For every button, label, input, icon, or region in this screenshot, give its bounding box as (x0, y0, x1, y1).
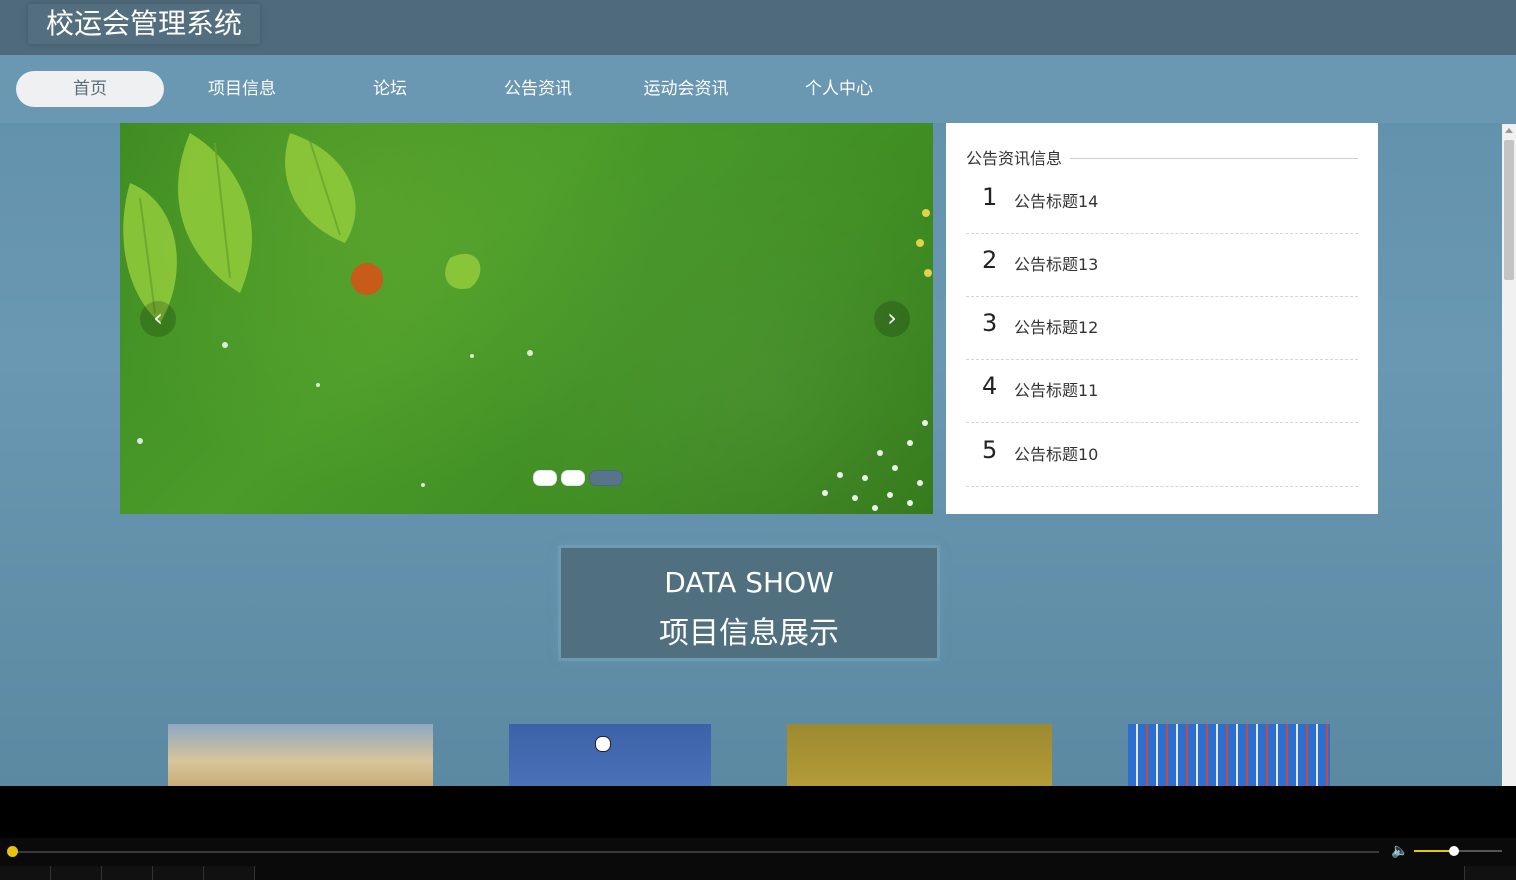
nav-item-forum[interactable]: 论坛 (316, 71, 464, 107)
notice-item-title[interactable]: 公告标题12 (1014, 314, 1098, 338)
main-nav: 首页 项目信息 论坛 公告资讯 运动会资讯 个人中心 (0, 55, 1516, 123)
carousel-dot-1[interactable] (533, 470, 557, 486)
notice-item[interactable]: 1 公告标题14 (966, 170, 1358, 234)
notice-title-divider (1070, 158, 1358, 159)
notice-item-title[interactable]: 公告标题13 (1014, 251, 1098, 275)
notice-item-number: 1 (982, 183, 998, 211)
volume-knob[interactable] (1448, 846, 1459, 856)
notice-item[interactable]: 4 公告标题11 (966, 359, 1358, 423)
carousel-dot-2[interactable] (561, 470, 585, 486)
notice-item[interactable]: 3 公告标题12 (966, 296, 1358, 360)
ball-icon (595, 736, 611, 752)
webpage: 校运会管理系统 首页 项目信息 论坛 公告资讯 运动会资讯 个人中心 ‹ › 公… (0, 0, 1516, 786)
banner-image (123, 133, 932, 511)
app-title: 校运会管理系统 (28, 4, 260, 44)
project-thumbnail[interactable] (168, 724, 433, 786)
project-thumbnail[interactable] (787, 724, 1052, 786)
player-tab[interactable] (51, 866, 102, 880)
notice-item[interactable]: 2 公告标题13 (966, 233, 1358, 297)
banner-carousel[interactable]: ‹ › (120, 123, 933, 514)
notice-item-title[interactable]: 公告标题11 (1014, 377, 1098, 401)
nav-item-sports-news[interactable]: 运动会资讯 (612, 71, 760, 107)
notice-panel: 公告资讯信息 1 公告标题14 2 公告标题13 3 公告标题12 4 公告标题… (946, 123, 1378, 514)
notice-item-number: 3 (982, 309, 998, 337)
notice-panel-title: 公告资讯信息 (966, 149, 1063, 168)
top-bar: 校运会管理系统 (0, 0, 1516, 55)
notice-item[interactable]: 5 公告标题10 (966, 423, 1358, 487)
carousel-prev-button[interactable]: ‹ (140, 301, 176, 337)
nav-item-home[interactable]: 首页 (16, 71, 164, 107)
player-tab[interactable] (153, 866, 204, 880)
scrollbar-thumb[interactable] (1504, 140, 1514, 280)
data-show-title-cn: 项目信息展示 (659, 616, 839, 651)
notice-item-number: 2 (982, 246, 998, 274)
carousel-dot-3[interactable] (589, 470, 623, 486)
player-tab[interactable] (0, 866, 51, 880)
volume-icon[interactable]: 🔈 (1391, 843, 1408, 859)
video-progress-knob[interactable] (7, 846, 18, 857)
page-scrollbar[interactable] (1502, 124, 1516, 786)
project-thumbnail[interactable] (1128, 724, 1330, 786)
notice-item-number: 4 (982, 372, 998, 400)
player-tab[interactable] (1464, 866, 1516, 880)
nav-item-notices[interactable]: 公告资讯 (464, 71, 612, 107)
data-show-title-en: DATA SHOW (664, 566, 834, 599)
carousel-next-button[interactable]: › (874, 301, 910, 337)
video-progress-track[interactable] (13, 851, 1379, 853)
notice-item-title[interactable]: 公告标题10 (1014, 441, 1098, 465)
notice-item-title[interactable]: 公告标题14 (1014, 188, 1098, 212)
data-show-heading: DATA SHOW 项目信息展示 (561, 548, 937, 658)
player-tab[interactable] (102, 866, 153, 880)
volume-fill (1414, 850, 1454, 852)
notice-item-number: 5 (982, 436, 998, 464)
player-tab[interactable] (204, 866, 255, 880)
nav-item-projects[interactable]: 项目信息 (168, 71, 316, 107)
player-bottom-tabs (0, 866, 1516, 880)
scroll-up-icon[interactable] (1505, 128, 1513, 133)
project-thumbnail[interactable] (509, 724, 711, 786)
nav-item-profile[interactable]: 个人中心 (765, 71, 913, 107)
